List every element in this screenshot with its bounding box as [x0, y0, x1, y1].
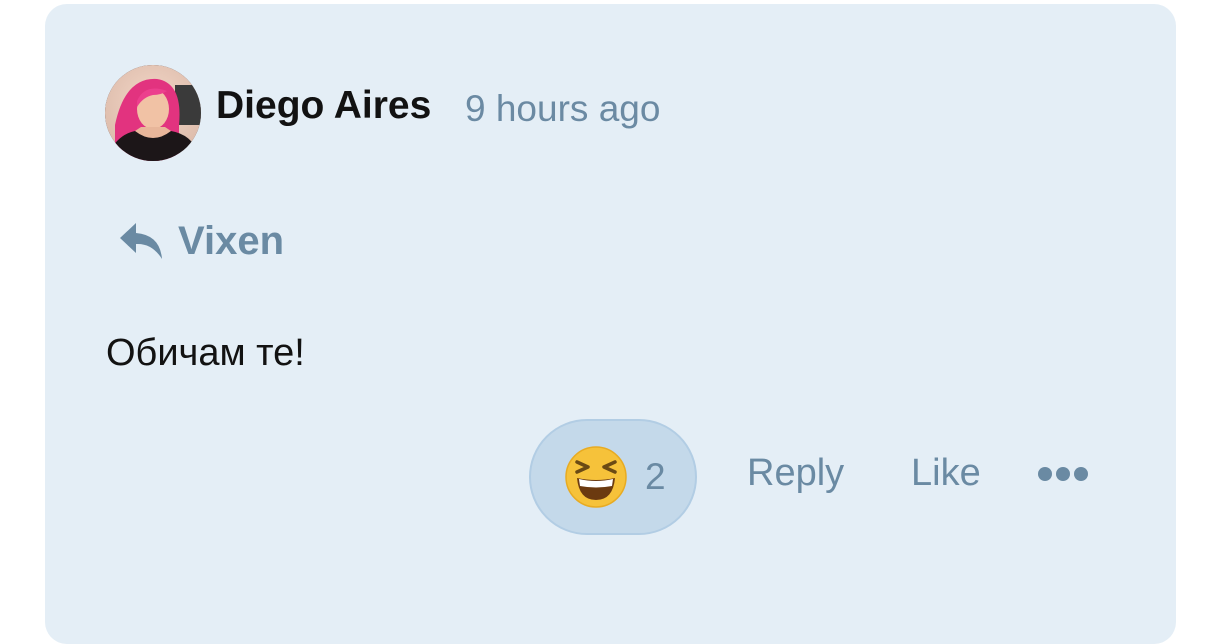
comment-text: Обичам те! [106, 332, 305, 374]
reply-button[interactable]: Reply [747, 452, 844, 495]
reply-arrow-icon [120, 223, 162, 259]
author-name[interactable]: Diego Aires [216, 84, 431, 128]
grinning-squinting-face-icon [565, 446, 627, 508]
more-dots-icon[interactable] [1037, 462, 1089, 486]
reply-to-name[interactable]: Vixen [178, 219, 284, 264]
reply-to-reference[interactable]: Vixen [118, 216, 284, 266]
reaction-button[interactable]: 2 [529, 419, 697, 535]
avatar[interactable] [105, 65, 201, 161]
like-button[interactable]: Like [911, 452, 981, 495]
reaction-count: 2 [645, 456, 666, 497]
timestamp: 9 hours ago [465, 88, 661, 129]
